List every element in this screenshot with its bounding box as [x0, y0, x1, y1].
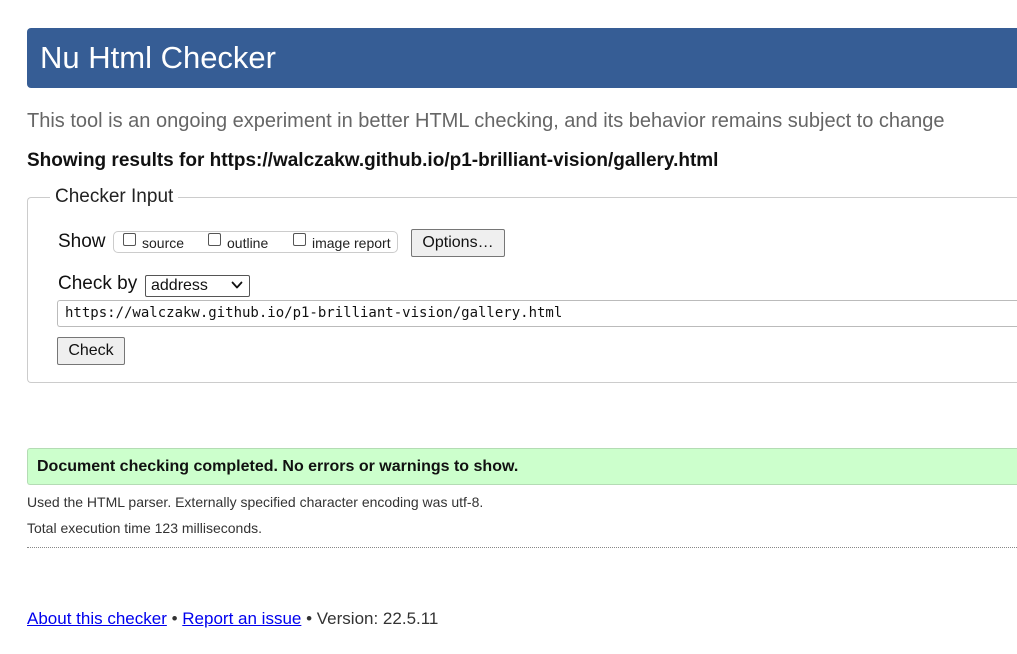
divider [27, 547, 1017, 548]
report-issue-link[interactable]: Report an issue [182, 609, 301, 628]
footer-separator: • [306, 609, 313, 628]
success-message: Document checking completed. No errors o… [37, 458, 519, 475]
image-report-checkbox[interactable] [293, 233, 306, 246]
check-by-selected-value: address [151, 277, 208, 294]
footer-separator: • [171, 609, 178, 628]
about-checker-link[interactable]: About this checker [27, 609, 167, 628]
outline-checkbox[interactable] [208, 233, 221, 246]
parser-info: Used the HTML parser. Externally specifi… [27, 494, 484, 510]
results-heading: Showing results for https://walczakw.git… [27, 150, 719, 171]
version-text: Version: 22.5.11 [316, 609, 439, 628]
success-message-bar: Document checking completed. No errors o… [27, 448, 1017, 485]
check-by-label: Check by [58, 273, 138, 294]
image-report-checkbox-label[interactable]: image report [312, 235, 391, 251]
title-bar: Nu Html Checker [27, 28, 1017, 88]
check-by-select[interactable]: address [145, 275, 250, 297]
url-input[interactable]: https://walczakw.github.io/p1-brilliant-… [57, 300, 1017, 327]
options-button[interactable]: Options… [411, 229, 505, 257]
show-label: Show [58, 231, 106, 252]
footer: About this checker • Report an issue • V… [27, 608, 438, 629]
outline-checkbox-label[interactable]: outline [227, 235, 268, 251]
show-options-group: source outline image report [113, 231, 398, 253]
page-title: Nu Html Checker [40, 40, 276, 75]
page: Nu Html Checker This tool is an ongoing … [0, 0, 1017, 654]
source-checkbox-label[interactable]: source [142, 235, 184, 251]
source-checkbox[interactable] [123, 233, 136, 246]
intro-text: This tool is an ongoing experiment in be… [27, 110, 945, 132]
execution-time-info: Total execution time 123 milliseconds. [27, 520, 263, 536]
chevron-down-icon [231, 281, 243, 289]
check-button[interactable]: Check [57, 337, 125, 365]
checker-input-legend: Checker Input [50, 186, 179, 208]
